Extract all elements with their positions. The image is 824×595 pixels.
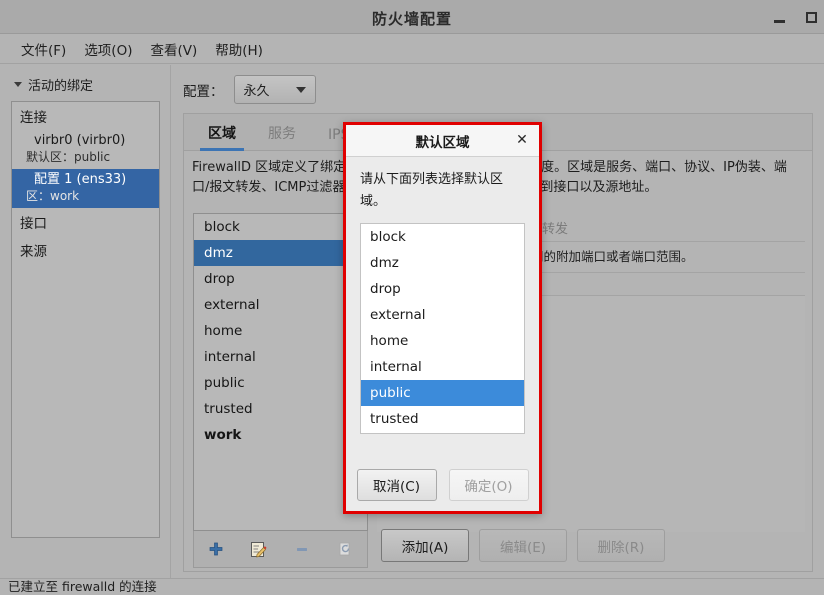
configuration-select[interactable]: 永久 xyxy=(233,75,316,104)
list-item[interactable]: drop xyxy=(361,276,524,302)
connection-name: 配置 1 (ens33) xyxy=(34,172,127,187)
bindings-listbox[interactable]: 连接 virbr0 (virbr0) 默认区：public 配置 1 (ens3… xyxy=(11,101,160,538)
menu-options[interactable]: 选项(O) xyxy=(75,37,141,61)
maximize-icon[interactable] xyxy=(802,8,820,26)
active-bindings-header[interactable]: 活动的绑定 xyxy=(0,65,170,102)
list-item[interactable]: internal xyxy=(194,344,367,370)
zone-toolbar xyxy=(193,531,368,568)
list-item[interactable]: trusted xyxy=(194,396,367,422)
add-button[interactable]: 添加(A) xyxy=(381,529,469,562)
menu-view[interactable]: 查看(V) xyxy=(141,37,206,61)
statusbar: 已建立至 firewalld 的连接 xyxy=(0,578,824,595)
list-item[interactable]: drop xyxy=(194,266,367,292)
active-bindings-panel: 活动的绑定 连接 virbr0 (virbr0) 默认区：public 配置 1… xyxy=(0,65,171,578)
list-item[interactable]: trusted xyxy=(361,406,524,432)
menubar: 文件(F) 选项(O) 查看(V) 帮助(H) xyxy=(0,34,824,64)
list-item[interactable]: work xyxy=(194,422,367,448)
edit-zone-icon[interactable] xyxy=(249,539,269,559)
remove-zone-icon[interactable] xyxy=(292,539,312,559)
window-titlebar: 防火墙配置 xyxy=(0,0,824,34)
configuration-label: 配置： xyxy=(183,83,224,100)
menu-help[interactable]: 帮助(H) xyxy=(206,37,272,61)
add-zone-icon[interactable] xyxy=(206,539,226,559)
list-item[interactable]: public xyxy=(361,380,524,406)
bindings-group-connections: 连接 xyxy=(20,110,47,126)
connection-zone: 默认区：public xyxy=(26,150,111,164)
menu-file[interactable]: 文件(F) xyxy=(12,37,75,61)
list-item[interactable]: home xyxy=(361,328,524,354)
configuration-row: 配置： 永久 xyxy=(172,65,824,112)
active-bindings-label: 活动的绑定 xyxy=(28,79,94,94)
connection-name: virbr0 (virbr0) xyxy=(34,133,126,148)
default-zone-dialog: 默认区域 ✕ 请从下面列表选择默认区域。 block dmz drop exte… xyxy=(343,122,542,514)
list-item[interactable]: 配置 1 (ens33) 区：work xyxy=(12,169,159,208)
detail-buttons: 添加(A) 编辑(E) 删除(R) xyxy=(377,529,665,562)
dialog-message: 请从下面列表选择默认区域。 xyxy=(360,172,504,209)
cancel-button[interactable]: 取消(C) xyxy=(356,469,437,501)
configuration-value: 永久 xyxy=(243,84,270,99)
connection-zone: 区：work xyxy=(26,189,80,203)
close-icon[interactable]: ✕ xyxy=(513,131,531,149)
dialog-titlebar: 默认区域 ✕ xyxy=(346,125,539,157)
chevron-down-icon xyxy=(14,82,22,87)
list-item[interactable]: home xyxy=(194,318,367,344)
edit-button[interactable]: 编辑(E) xyxy=(479,529,567,562)
window-controls xyxy=(770,0,820,34)
dialog-buttons: 取消(C) 确定(O) xyxy=(346,469,539,501)
dialog-title: 默认区域 xyxy=(415,134,470,151)
bindings-group-interfaces[interactable]: 接口 xyxy=(12,208,159,236)
list-item[interactable]: external xyxy=(361,302,524,328)
minimize-icon[interactable] xyxy=(770,8,788,26)
zone-list[interactable]: block dmz drop external home internal pu… xyxy=(193,213,368,531)
list-item[interactable]: internal xyxy=(361,354,524,380)
list-item[interactable]: public xyxy=(194,370,367,396)
ok-button[interactable]: 确定(O) xyxy=(448,469,529,501)
reload-zone-icon[interactable] xyxy=(335,539,355,559)
bindings-group-sources[interactable]: 来源 xyxy=(12,236,159,264)
tab-services[interactable]: 服务 xyxy=(252,117,312,150)
list-item[interactable]: block xyxy=(361,224,524,250)
chevron-down-icon xyxy=(295,86,306,93)
list-item[interactable]: block xyxy=(194,214,367,240)
tab-zones[interactable]: 区域 xyxy=(192,117,252,151)
list-item[interactable]: external xyxy=(194,292,367,318)
list-item[interactable]: dmz xyxy=(361,250,524,276)
list-item[interactable]: work xyxy=(361,432,524,433)
firewall-config-window: 防火墙配置 文件(F) 选项(O) 查看(V) 帮助(H) 活动的绑定 连接 v… xyxy=(0,0,824,595)
dialog-zone-list[interactable]: block dmz drop external home internal pu… xyxy=(360,223,525,434)
delete-button[interactable]: 删除(R) xyxy=(577,529,665,562)
list-item[interactable]: dmz xyxy=(194,240,367,266)
list-item[interactable]: virbr0 (virbr0) 默认区：public xyxy=(12,130,159,169)
window-title: 防火墙配置 xyxy=(371,10,452,28)
